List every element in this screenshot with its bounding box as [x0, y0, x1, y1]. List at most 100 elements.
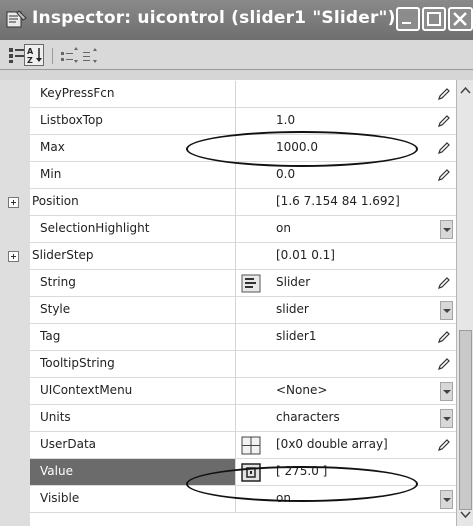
property-value[interactable]: <None>	[276, 383, 327, 397]
close-button[interactable]	[448, 7, 473, 31]
property-name: String	[40, 275, 76, 289]
property-row-style[interactable]: Style slider	[0, 297, 456, 324]
property-name: Min	[40, 167, 62, 181]
property-row-position[interactable]: Position [1.6 7.154 84 1.692]	[0, 189, 456, 216]
pencil-icon[interactable]	[437, 114, 451, 128]
property-value[interactable]: on	[276, 221, 291, 235]
pencil-icon[interactable]	[437, 330, 451, 344]
column-divider	[235, 81, 236, 108]
vertical-scrollbar[interactable]	[456, 80, 473, 526]
maximize-button[interactable]	[422, 7, 446, 31]
dropdown-arrow-icon[interactable]	[440, 301, 453, 320]
pencil-icon[interactable]	[437, 141, 451, 155]
row-divider	[30, 512, 456, 513]
property-row-keypressfcn[interactable]: KeyPressFcn	[0, 81, 456, 108]
array-editor-icon[interactable]	[241, 436, 261, 455]
property-name: Tag	[40, 329, 61, 343]
column-divider	[235, 351, 236, 378]
property-name: Style	[40, 302, 71, 316]
property-name: Units	[40, 410, 71, 424]
column-divider	[235, 270, 236, 297]
property-value[interactable]: [0x0 double array]	[276, 437, 388, 451]
property-name: Value	[40, 464, 73, 478]
title-bar[interactable]: Inspector: uicontrol (slider1 "Slider")	[0, 0, 473, 40]
property-value[interactable]: characters	[276, 410, 340, 424]
svg-text:Z: Z	[27, 56, 33, 65]
property-name: Position	[32, 194, 79, 208]
property-name: TooltipString	[40, 356, 115, 370]
property-name: UIContextMenu	[40, 383, 133, 397]
value-editor-icon[interactable]	[241, 463, 261, 482]
property-row-listboxtop[interactable]: ListboxTop 1.0	[0, 108, 456, 135]
scrollbar-thumb[interactable]	[459, 330, 472, 510]
column-divider	[235, 189, 236, 216]
property-value[interactable]: Slider	[276, 275, 310, 289]
column-divider	[235, 405, 236, 432]
inspector-icon	[6, 9, 28, 29]
property-row-selectionhighlight[interactable]: SelectionHighlight on	[0, 216, 456, 243]
expand-icon[interactable]	[8, 251, 19, 262]
window-title: Inspector: uicontrol (slider1 "Slider")	[32, 8, 396, 28]
dropdown-arrow-icon[interactable]	[440, 382, 453, 401]
inspector-window: Inspector: uicontrol (slider1 "Slider") …	[0, 0, 473, 526]
property-name: SelectionHighlight	[40, 221, 150, 235]
property-row-uicontextmenu[interactable]: UIContextMenu <None>	[0, 378, 456, 405]
scroll-up-icon[interactable]	[459, 84, 472, 97]
svg-text:A: A	[27, 47, 34, 56]
property-value[interactable]: slider	[276, 302, 309, 316]
property-value[interactable]: 1000.0	[276, 140, 318, 154]
toolbar-separator	[52, 48, 53, 64]
property-grid: KeyPressFcn ListboxTop 1.0 Max 1000.0 Mi…	[0, 80, 456, 526]
property-value[interactable]: 0.0	[276, 167, 295, 181]
dropdown-arrow-icon[interactable]	[440, 490, 453, 509]
property-row-max[interactable]: Max 1000.0	[0, 135, 456, 162]
pencil-icon[interactable]	[437, 357, 451, 371]
property-name: Visible	[40, 491, 80, 505]
property-row-userdata[interactable]: UserData [0x0 double array]	[0, 432, 456, 459]
toolbar: A Z	[0, 40, 473, 70]
property-row-visible[interactable]: Visible on	[0, 486, 456, 513]
minimize-button[interactable]	[396, 7, 420, 31]
property-value[interactable]: slider1	[276, 329, 317, 343]
pencil-icon[interactable]	[437, 276, 451, 290]
column-divider	[235, 324, 236, 351]
alphabetical-sort-icon[interactable]: A Z	[24, 44, 44, 66]
expand-all-icon[interactable]	[58, 44, 80, 66]
property-name: KeyPressFcn	[40, 86, 115, 100]
column-divider	[235, 216, 236, 243]
expand-icon[interactable]	[8, 197, 19, 208]
column-divider	[235, 432, 236, 459]
property-row-units[interactable]: Units characters	[0, 405, 456, 432]
property-row-sliderstep[interactable]: SliderStep [0.01 0.1]	[0, 243, 456, 270]
property-value[interactable]: 1.0	[276, 113, 295, 127]
collapse-all-icon[interactable]	[80, 44, 102, 66]
column-divider	[235, 459, 236, 486]
property-row-min[interactable]: Min 0.0	[0, 162, 456, 189]
property-row-value[interactable]: Value [ 275.0 ]	[0, 459, 456, 486]
pencil-icon[interactable]	[437, 438, 451, 452]
column-divider	[235, 135, 236, 162]
column-divider	[235, 378, 236, 405]
column-divider	[235, 243, 236, 270]
property-value[interactable]: [0.01 0.1]	[276, 248, 335, 262]
dropdown-arrow-icon[interactable]	[440, 220, 453, 239]
property-value[interactable]: [ 275.0 ]	[276, 464, 327, 478]
property-value[interactable]: [1.6 7.154 84 1.692]	[276, 194, 400, 208]
scroll-down-icon[interactable]	[459, 508, 472, 521]
property-value[interactable]: on	[276, 491, 291, 505]
text-editor-icon[interactable]	[241, 274, 261, 293]
property-name: ListboxTop	[40, 113, 103, 127]
column-divider	[235, 162, 236, 189]
property-name: Max	[40, 140, 65, 154]
pencil-icon[interactable]	[437, 168, 451, 182]
pencil-icon[interactable]	[437, 87, 451, 101]
property-row-string[interactable]: String Slider	[0, 270, 456, 297]
property-name: UserData	[40, 437, 97, 451]
column-divider	[235, 108, 236, 135]
column-divider	[235, 297, 236, 324]
property-row-tooltipstring[interactable]: TooltipString	[0, 351, 456, 378]
property-row-tag[interactable]: Tag slider1	[0, 324, 456, 351]
column-divider	[235, 486, 236, 513]
dropdown-arrow-icon[interactable]	[440, 409, 453, 428]
property-name: SliderStep	[32, 248, 94, 262]
